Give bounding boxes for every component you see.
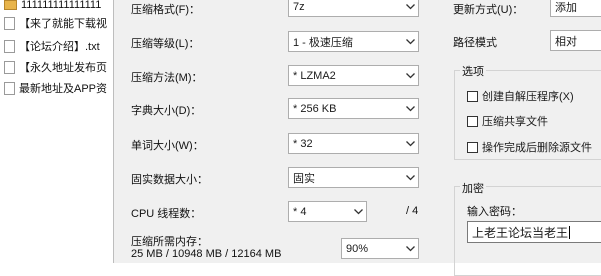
file-icon — [4, 60, 15, 74]
cpu-threads-total: / 4 — [406, 205, 419, 217]
method-select[interactable]: * LZMA2 — [288, 65, 419, 86]
update-mode-label: 更新方式(U)： — [453, 4, 524, 16]
list-item[interactable]: 最新地址及APP资 — [4, 79, 107, 97]
list-item[interactable]: 111111111111111 — [4, 0, 101, 14]
update-mode-value: 添加 — [555, 1, 577, 14]
file-name: 【论坛介绍】.txt — [19, 41, 100, 53]
dictionary-value: * 256 KB — [293, 102, 337, 115]
format-select[interactable]: 7z — [288, 0, 419, 17]
level-value: 1 - 极速压缩 — [293, 36, 353, 49]
word-size-label: 单词大小(W)： — [131, 140, 204, 152]
delete-after-checkbox[interactable]: 操作完成后删除源文件 — [467, 139, 592, 155]
password-input[interactable]: 上老王论坛当老王 — [467, 221, 601, 243]
add-to-archive-dialog: 压缩格式(F)： 7z 压缩等级(L)： 1 - 极速压缩 压缩方法(M)： *… — [113, 0, 601, 276]
chevron-down-icon — [402, 105, 418, 112]
checkbox-icon[interactable] — [467, 90, 478, 102]
word-size-select[interactable]: * 32 — [288, 133, 419, 154]
chevron-down-icon — [402, 72, 418, 79]
dictionary-select[interactable]: * 256 KB — [288, 98, 419, 119]
chevron-down-icon — [402, 174, 418, 181]
list-item[interactable]: 【来了就能下载视 — [4, 14, 107, 32]
file-icon — [4, 81, 15, 95]
level-select[interactable]: 1 - 极速压缩 — [288, 31, 419, 52]
sfx-checkbox-label: 创建自解压程序(X) — [482, 91, 574, 103]
memory-percent-value: 90% — [346, 242, 369, 255]
checkbox-icon[interactable] — [467, 141, 478, 153]
options-group-title: 选项 — [460, 63, 486, 79]
checkbox-icon[interactable] — [467, 115, 478, 127]
shared-files-checkbox[interactable]: 压缩共享文件 — [467, 113, 548, 129]
file-icon — [4, 16, 15, 30]
path-mode-select[interactable]: 相对 — [550, 30, 601, 51]
chevron-down-icon — [402, 38, 418, 45]
solid-block-label: 固实数据大小： — [131, 174, 208, 186]
delete-after-checkbox-label: 操作完成后删除源文件 — [482, 142, 592, 154]
format-label: 压缩格式(F)： — [131, 4, 201, 16]
file-name: 111111111111111 — [21, 0, 102, 11]
encryption-group-title: 加密 — [460, 180, 486, 196]
dictionary-label: 字典大小(D)： — [131, 105, 202, 117]
level-label: 压缩等级(L)： — [131, 38, 200, 50]
format-value: 7z — [293, 0, 305, 13]
memory-label: 压缩所需内存： — [131, 236, 208, 248]
solid-block-value: 固实 — [293, 172, 315, 185]
file-list: 111111111111111 【来了就能下载视 【论坛介绍】.txt 【永久地… — [0, 0, 118, 263]
cpu-threads-value: * 4 — [293, 205, 307, 218]
file-name: 【来了就能下载视 — [19, 18, 107, 30]
list-item[interactable]: 【论坛介绍】.txt — [4, 37, 100, 55]
shared-files-checkbox-label: 压缩共享文件 — [482, 116, 548, 128]
list-item[interactable]: 【永久地址发布页 — [4, 58, 107, 76]
folder-icon — [4, 0, 17, 10]
cpu-threads-label: CPU 线程数： — [131, 208, 202, 220]
sfx-checkbox[interactable]: 创建自解压程序(X) — [467, 88, 574, 104]
path-mode-label: 路径模式 — [453, 37, 497, 49]
solid-block-select[interactable]: 固实 — [288, 167, 419, 188]
file-name: 【永久地址发布页 — [19, 62, 107, 74]
word-size-value: * 32 — [293, 137, 313, 150]
file-icon — [4, 39, 15, 53]
memory-value: 25 MB / 10948 MB / 12164 MB — [131, 248, 282, 260]
text-caret — [569, 225, 571, 239]
password-label: 输入密码： — [467, 206, 522, 218]
update-mode-select[interactable]: 添加 — [550, 0, 601, 17]
cpu-threads-select[interactable]: * 4 — [288, 201, 367, 222]
chevron-down-icon — [350, 208, 366, 215]
chevron-down-icon — [402, 3, 418, 10]
file-name: 最新地址及APP资 — [19, 83, 108, 95]
password-value: 上老王论坛当老王 — [472, 225, 569, 240]
chevron-down-icon — [402, 245, 418, 252]
method-value: * LZMA2 — [293, 69, 336, 82]
chevron-down-icon — [402, 140, 418, 147]
memory-percent-select[interactable]: 90% — [341, 238, 419, 259]
path-mode-value: 相对 — [555, 35, 577, 48]
method-label: 压缩方法(M)： — [131, 72, 203, 84]
